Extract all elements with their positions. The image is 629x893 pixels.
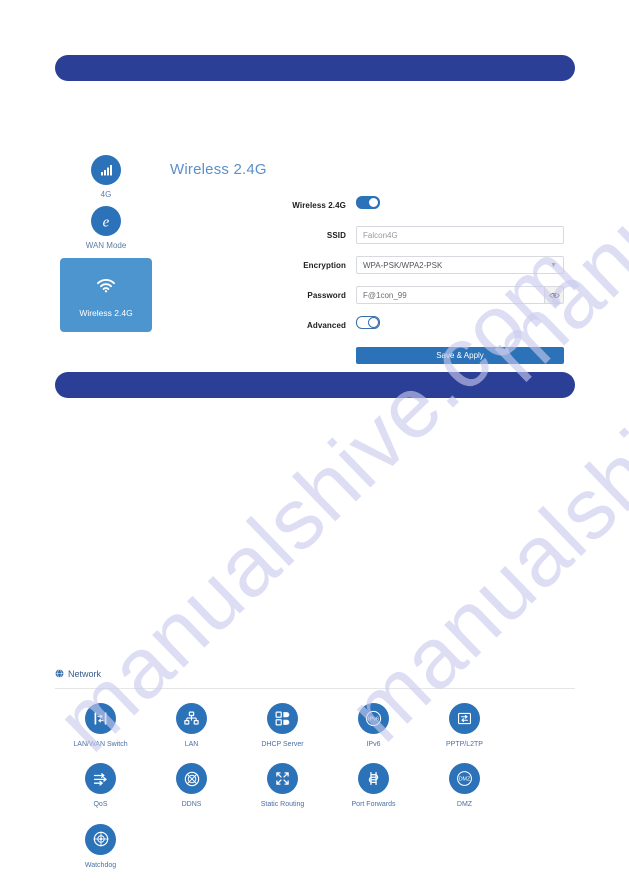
chevron-down-icon: ▼ [550, 261, 557, 269]
svg-text:e: e [103, 214, 110, 230]
network-item-lan-wan-switch[interactable]: LAN/WAN Switch [55, 703, 146, 749]
middle-banner-bar [55, 372, 575, 398]
network-item-ddns[interactable]: DDNS [146, 763, 237, 809]
lan-wan-switch-icon [85, 703, 116, 734]
password-label: Password [307, 290, 346, 300]
network-section-title: Network [68, 669, 102, 679]
dmz-icon: DMZ [449, 763, 480, 795]
sidebar-item-label: 4G [100, 190, 112, 199]
sidebar-item-4g[interactable]: 4G [60, 155, 152, 200]
network-item-static-routing[interactable]: Static Routing [237, 763, 328, 809]
form-row-password: Password F@1con_99 [262, 284, 564, 306]
network-item-label: DMZ [456, 801, 473, 809]
password-input[interactable]: F@1con_99 [356, 286, 545, 304]
network-item-dhcp-server[interactable]: DHCP Server [237, 703, 328, 749]
sidebar-item-wireless-24g[interactable]: Wireless 2.4G [60, 258, 152, 333]
network-item-pptp-l2tp[interactable]: PPTP/L2TP [419, 703, 510, 749]
lan-tree-icon [176, 703, 207, 734]
network-item-label: LAN [184, 741, 199, 748]
advanced-toggle[interactable] [356, 316, 380, 329]
eye-icon [548, 292, 560, 298]
save-and-apply-button[interactable]: Save & Apply [356, 346, 564, 364]
dhcp-server-icon [267, 703, 298, 734]
network-item-port-forwards[interactable]: Port Forwards [328, 763, 419, 809]
page-title: Wireless 2.4G [170, 161, 267, 178]
browser-e-icon: e [91, 205, 121, 236]
advanced-label: Advanced [306, 320, 346, 330]
wireless-enable-toggle[interactable] [356, 196, 380, 209]
encryption-select[interactable]: WPA-PSK/WPA2-PSK ▼ [356, 256, 564, 274]
sidebar-item-label: Wireless 2.4G [79, 308, 133, 318]
network-item-label: IPv6 [366, 741, 381, 748]
network-item-label: PPTP/L2TP [446, 741, 483, 748]
port-forward-icon [358, 763, 389, 795]
network-item-ipv6[interactable]: IPv6 IPv6 [328, 703, 419, 749]
wifi-icon [93, 274, 119, 298]
encryption-selected-value: WPA-PSK/WPA2-PSK [363, 260, 443, 270]
form-row-wireless-enable: Wireless 2.4G [262, 194, 564, 216]
network-item-label: DDNS [181, 801, 202, 809]
ddns-globe-icon [176, 763, 207, 795]
network-item-label: Watchdog [84, 861, 117, 869]
watchdog-icon [85, 823, 116, 855]
network-section-header: Network [55, 665, 575, 689]
ssid-label: SSID [326, 230, 346, 240]
network-item-label: Port Forwards [351, 801, 396, 809]
network-item-label: Static Routing [260, 801, 305, 809]
form-row-encryption: Encryption WPA-PSK/WPA2-PSK ▼ [262, 254, 564, 276]
network-item-dmz[interactable]: DMZ DMZ [419, 763, 510, 809]
wireless-settings-form: Wireless 2.4G SSID Falcon4G Encryption W… [262, 194, 564, 374]
network-item-label: QoS [93, 801, 108, 809]
form-row-ssid: SSID Falcon4G [262, 224, 564, 246]
sidebar-item-label: WAN Mode [85, 240, 127, 250]
top-banner-bar [55, 55, 575, 81]
svg-text:DMZ: DMZ [459, 777, 471, 783]
toggle-knob [369, 198, 378, 207]
ipv6-icon: IPv6 [358, 703, 389, 734]
toggle-knob [368, 317, 379, 328]
ssid-input[interactable]: Falcon4G [356, 226, 564, 244]
expand-arrows-icon [267, 763, 298, 795]
sidebar: 4G e WAN Mode Wireless 2.4G [60, 155, 152, 338]
network-section: Network LAN/WAN Switch LAN DHCP Server I… [55, 665, 575, 884]
network-item-label: DHCP Server [261, 741, 304, 748]
form-row-advanced: Advanced [262, 314, 564, 336]
signal-bars-icon [91, 155, 121, 185]
page-root: 4G e WAN Mode Wireless 2.4G Wireless 2.4… [0, 0, 629, 893]
qos-arrows-icon [85, 763, 116, 795]
network-item-lan[interactable]: LAN [146, 703, 237, 749]
network-item-label: LAN/WAN Switch [73, 741, 128, 748]
network-item-watchdog[interactable]: Watchdog [55, 823, 146, 870]
svg-text:IPv6: IPv6 [368, 717, 379, 723]
password-reveal-button[interactable] [544, 286, 564, 304]
encryption-label: Encryption [303, 260, 346, 270]
sidebar-item-wan-mode[interactable]: e WAN Mode [60, 205, 152, 251]
globe-icon [55, 665, 64, 683]
form-row-save: Save & Apply [262, 344, 564, 366]
network-item-qos[interactable]: QoS [55, 763, 146, 809]
wireless-enable-label: Wireless 2.4G [292, 200, 346, 210]
tunnel-icon [449, 703, 480, 734]
network-icon-grid: LAN/WAN Switch LAN DHCP Server IPv6 IPv6… [55, 703, 575, 884]
